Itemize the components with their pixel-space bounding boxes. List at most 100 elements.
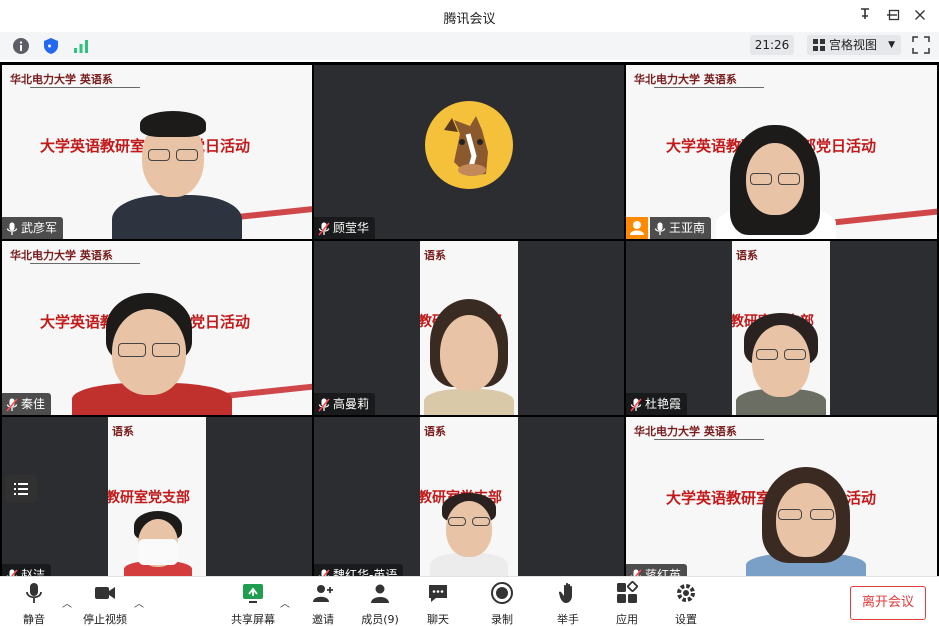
participant-name-tag: 秦佳 <box>2 393 52 415</box>
meeting-toolbar: 静音 ︿ 停止视频 ︿ 共享屏幕 ︿ 邀请 成员(9) 聊天 录制 举手 应用 … <box>0 576 939 626</box>
participant-video <box>716 121 836 239</box>
fullscreen-icon[interactable] <box>912 36 930 54</box>
view-mode-label: 宫格视图 <box>829 38 878 52</box>
record-button[interactable]: 录制 <box>475 581 529 626</box>
video-camera-icon <box>95 587 115 599</box>
microphone-muted-icon <box>318 568 330 576</box>
audio-options-chevron-icon[interactable]: ︿ <box>62 595 72 610</box>
chevron-down-icon: ▼ <box>888 40 895 50</box>
video-tile[interactable]: 语系 教研室党支部 赵洁 <box>2 417 312 576</box>
video-tile[interactable]: 语系 教研室党支部 魏红华-英语 <box>314 417 624 576</box>
record-icon <box>491 582 513 604</box>
video-tile[interactable]: 华北电力大学 英语系 大学英语教研室党支部党日活动 秦佳 <box>2 241 312 415</box>
slide-logo: 语系 <box>424 425 446 438</box>
members-label: 成员(9) <box>361 613 399 626</box>
microphone-icon <box>6 222 18 235</box>
participant-video <box>746 467 866 576</box>
participant-name: 武彦军 <box>21 221 58 235</box>
participant-name: 杜艳霞 <box>645 397 682 411</box>
chat-label: 聊天 <box>427 613 449 626</box>
microphone-muted-icon <box>6 397 18 412</box>
meeting-info-icon[interactable] <box>12 37 30 55</box>
participant-name: 魏红华-英语 <box>333 568 398 576</box>
video-tile[interactable]: 华北电力大学 英语系 大学英语教研室党支部党日活动 蒋红英 <box>626 417 937 576</box>
hand-icon <box>558 582 572 603</box>
grid-view-icon <box>813 39 825 51</box>
members-icon <box>371 584 389 603</box>
add-user-icon <box>313 585 333 602</box>
slide-logo: 华北电力大学 英语系 <box>634 425 737 438</box>
participant-name-tag: 顾莹华 <box>314 217 376 239</box>
participant-video <box>424 299 514 415</box>
record-label: 录制 <box>491 613 513 626</box>
participant-video <box>736 313 826 415</box>
members-button[interactable]: 成员(9) <box>353 581 407 626</box>
video-options-chevron-icon[interactable]: ︿ <box>134 595 144 610</box>
video-tile[interactable]: 华北电力大学 英语系 大学英语教研室党支部党日活动 武彦军 <box>2 65 312 239</box>
mute-button[interactable]: 静音 <box>7 581 61 626</box>
participant-name-tag: 魏红华-英语 <box>314 564 404 576</box>
microphone-muted-icon <box>630 397 642 412</box>
window-title: 腾讯会议 <box>443 12 496 27</box>
leave-meeting-button[interactable]: 离开会议 <box>850 586 926 620</box>
microphone-muted-icon <box>318 397 330 412</box>
microphone-icon <box>654 222 666 235</box>
participant-name: 赵洁 <box>21 568 46 576</box>
microphone-icon <box>26 583 42 603</box>
participant-name: 高曼莉 <box>333 397 370 411</box>
raise-hand-label: 举手 <box>557 613 579 626</box>
participant-name: 蒋红英 <box>645 568 682 576</box>
participant-name-tag: 杜艳霞 <box>626 393 688 415</box>
pin-icon[interactable] <box>851 4 879 28</box>
chat-icon <box>429 585 447 602</box>
participant-video <box>124 511 192 576</box>
video-grid: 华北电力大学 英语系 大学英语教研室党支部党日活动 武彦军 <box>0 62 939 576</box>
settings-button[interactable]: 设置 <box>659 581 713 626</box>
raise-hand-button[interactable]: 举手 <box>541 581 595 626</box>
participant-video <box>430 493 508 576</box>
apps-button[interactable]: 应用 <box>600 581 654 626</box>
video-tile[interactable]: 语系 教研室党支部 杜艳霞 <box>626 241 937 415</box>
invite-label: 邀请 <box>312 613 334 626</box>
slide-subtitle-line <box>30 263 140 266</box>
participant-name-tag: 王亚南 <box>650 217 712 239</box>
title-bar: 腾讯会议 <box>0 0 939 32</box>
security-shield-icon[interactable] <box>42 37 60 55</box>
video-tile[interactable]: 顾莹华 <box>314 65 624 239</box>
slide-logo: 华北电力大学 英语系 <box>10 249 113 262</box>
restore-icon[interactable] <box>880 4 908 28</box>
participant-name: 秦佳 <box>21 397 46 411</box>
video-tile[interactable]: 语系 教研室党支部 高曼莉 <box>314 241 624 415</box>
share-screen-button[interactable]: 共享屏幕 <box>226 581 280 626</box>
share-screen-icon <box>243 584 263 603</box>
list-icon <box>14 483 28 495</box>
participant-name: 王亚南 <box>669 221 706 235</box>
slide-logo: 语系 <box>112 425 134 438</box>
view-mode-dropdown[interactable]: 宫格视图 ▼ <box>807 35 901 55</box>
apps-icon <box>617 581 638 603</box>
participant-name-tag: 赵洁 <box>2 564 52 576</box>
settings-label: 设置 <box>675 613 697 626</box>
slide-headline: 教研室党支部 <box>108 490 190 506</box>
slide-logo: 华北电力大学 英语系 <box>10 73 113 86</box>
slide-subtitle-line <box>654 87 764 90</box>
chat-button[interactable]: 聊天 <box>411 581 465 626</box>
network-signal-icon[interactable] <box>72 37 90 55</box>
horse-avatar-icon <box>425 101 513 189</box>
share-options-chevron-icon[interactable]: ︿ <box>280 595 290 610</box>
slide-subtitle-line <box>654 439 764 442</box>
host-badge-icon <box>626 217 648 239</box>
slide-logo: 语系 <box>424 249 446 262</box>
mute-label: 静音 <box>23 613 45 626</box>
invite-button[interactable]: 邀请 <box>296 581 350 626</box>
participant-name-tag: 武彦军 <box>2 217 64 239</box>
meeting-clock: 21:26 <box>750 35 794 55</box>
microphone-muted-icon <box>318 221 330 236</box>
slide-logo: 华北电力大学 英语系 <box>634 73 737 86</box>
stop-video-button[interactable]: 停止视频 <box>78 581 132 626</box>
list-toggle-button[interactable] <box>5 475 37 503</box>
microphone-muted-icon <box>6 568 18 576</box>
participant-name-tag: 高曼莉 <box>314 393 376 415</box>
video-tile-active-speaker[interactable]: 华北电力大学 英语系 大学英语教研室党支部党日活动 王亚南 <box>626 65 937 239</box>
close-icon[interactable] <box>906 4 934 28</box>
